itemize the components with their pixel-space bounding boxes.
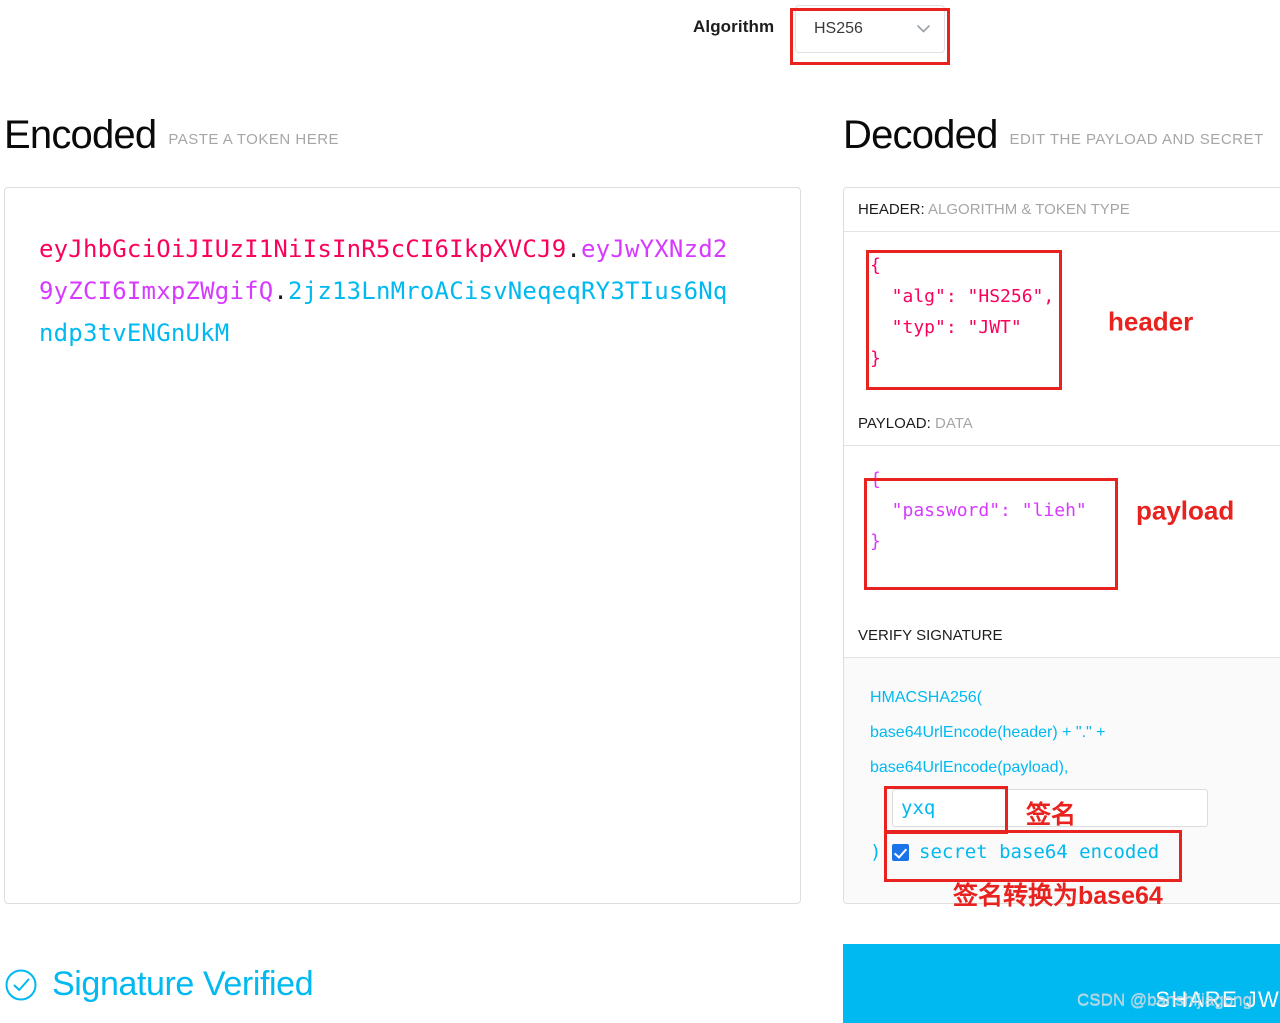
- chevron-down-icon: [917, 25, 930, 33]
- encoded-title: Encoded: [4, 113, 157, 157]
- base64-encoded-toggle[interactable]: secret base64 encoded: [892, 835, 1159, 870]
- signature-section-label: VERIFY SIGNATURE: [844, 614, 1280, 658]
- circle-check-icon: [4, 968, 38, 1002]
- decoded-subtitle: EDIT THE PAYLOAD AND SECRET: [1009, 131, 1264, 148]
- header-label-text: HEADER:: [858, 201, 925, 218]
- header-code-editor[interactable]: { "alg": "HS256", "typ": "JWT" }: [844, 232, 1280, 402]
- base64-encoded-label: secret base64 encoded: [919, 841, 1160, 863]
- encoded-heading: Encoded PASTE A TOKEN HERE: [4, 113, 339, 158]
- formula-closing-paren: ): [870, 841, 882, 863]
- header-label-muted: ALGORITHM & TOKEN TYPE: [928, 201, 1130, 218]
- decoded-panel: HEADER: ALGORITHM & TOKEN TYPE { "alg": …: [843, 187, 1280, 904]
- decoded-title: Decoded: [843, 113, 998, 157]
- formula-line-2: base64UrlEncode(header) + "." +: [870, 724, 1106, 741]
- decoded-heading: Decoded EDIT THE PAYLOAD AND SECRET: [843, 113, 1264, 158]
- payload-code-editor[interactable]: { "password": "lieh" }: [844, 446, 1280, 614]
- algorithm-row: Algorithm HS256: [0, 0, 1280, 72]
- signature-formula-area: HMACSHA256( base64UrlEncode(header) + ".…: [844, 658, 1280, 903]
- secret-input[interactable]: [892, 789, 1208, 827]
- jwt-debugger-page: Algorithm HS256 Encoded PASTE A TOKEN HER…: [0, 0, 1280, 1023]
- payload-section-label: PAYLOAD: DATA: [844, 402, 1280, 446]
- algorithm-selected-value: HS256: [814, 20, 863, 37]
- payload-label-muted: DATA: [934, 415, 973, 432]
- encoded-token-text[interactable]: eyJhbGciOiJIUzI1NiIsInR5cCI6IkpXVCJ9.eyJ…: [39, 228, 739, 354]
- header-section-label: HEADER: ALGORITHM & TOKEN TYPE: [844, 188, 1280, 232]
- encoded-token-box[interactable]: eyJhbGciOiJIUzI1NiIsInR5cCI6IkpXVCJ9.eyJ…: [4, 187, 801, 904]
- algorithm-label: Algorithm: [693, 17, 775, 36]
- token-separator-1: .: [566, 235, 582, 263]
- token-header-part: eyJhbGciOiJIUzI1NiIsInR5cCI6IkpXVCJ9: [39, 235, 567, 263]
- encoded-subtitle: PASTE A TOKEN HERE: [168, 131, 340, 148]
- algorithm-select[interactable]: HS256: [795, 5, 945, 53]
- token-separator-2: .: [273, 277, 289, 305]
- formula-line-1: HMACSHA256(: [870, 689, 983, 706]
- formula-line-3: base64UrlEncode(payload),: [870, 759, 1069, 776]
- signature-status: Signature Verified: [4, 965, 314, 1004]
- share-jwt-button[interactable]: SHARE JWT: [843, 944, 1280, 1023]
- signature-verified-text: Signature Verified: [52, 965, 314, 1003]
- checkbox-checked-icon[interactable]: [892, 844, 909, 861]
- payload-label-text: PAYLOAD:: [858, 415, 931, 432]
